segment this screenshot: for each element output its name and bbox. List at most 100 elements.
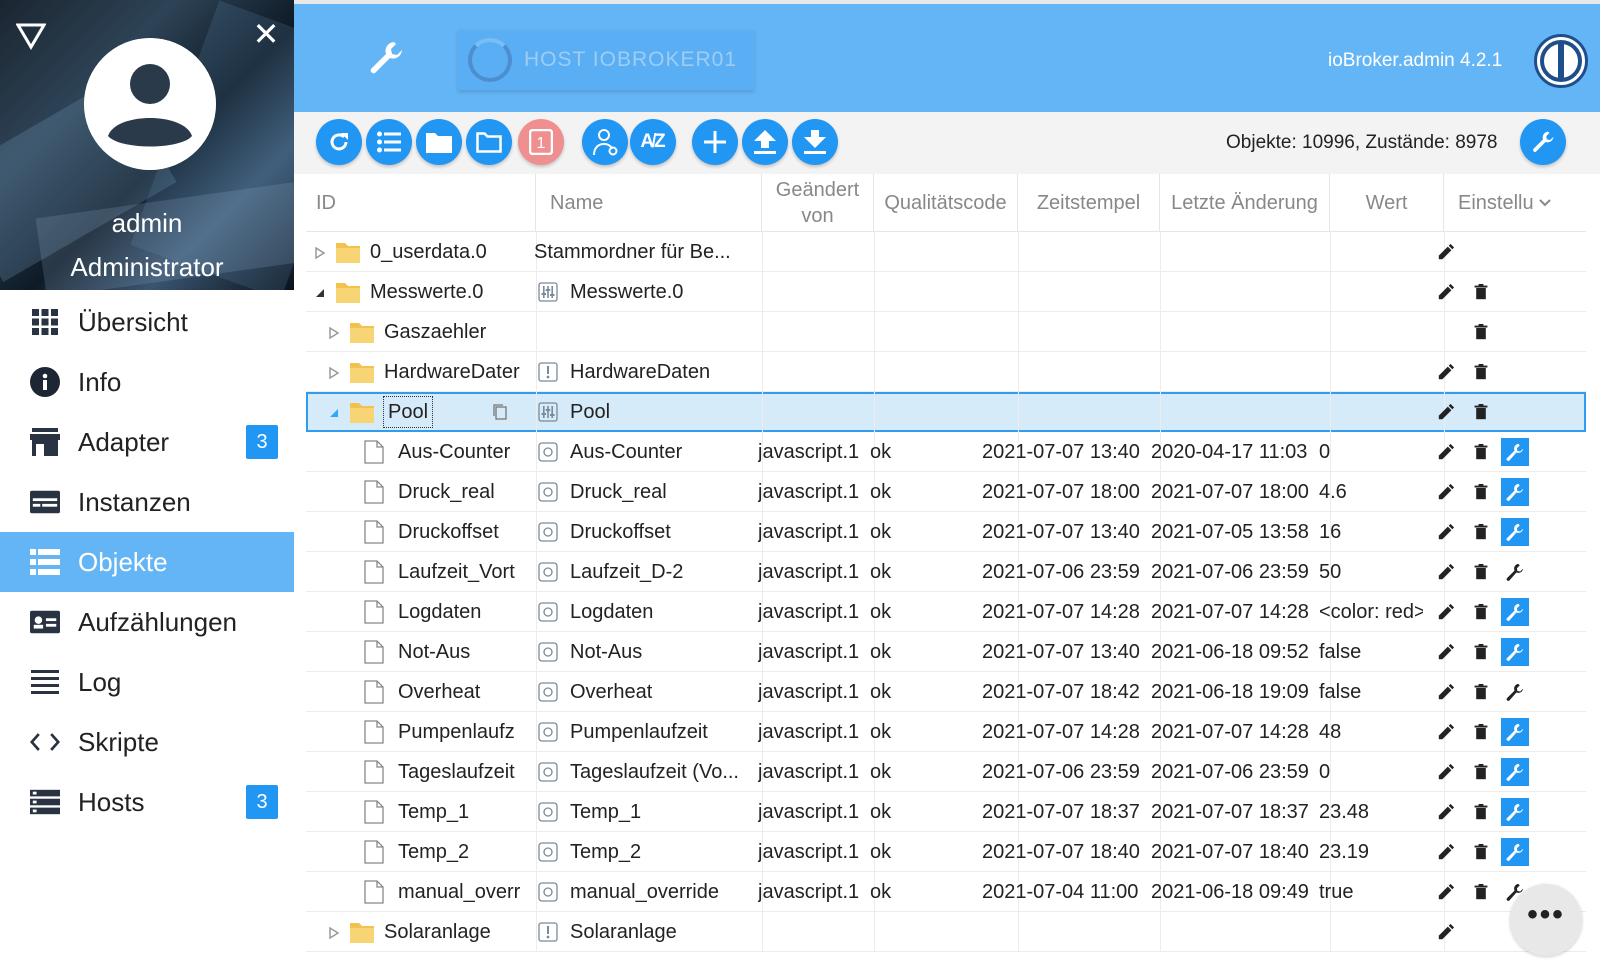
more-options-button[interactable]: ••• bbox=[1510, 884, 1582, 956]
table-row[interactable]: manual_overr manual_override javascript.1 o… bbox=[306, 872, 1586, 912]
column-header-value[interactable]: Wert bbox=[1330, 174, 1444, 232]
table-row[interactable]: Pumpenlaufz Pumpenlaufzeit javascript.1 ok 2… bbox=[306, 712, 1586, 752]
expand-arrow-icon[interactable] bbox=[328, 366, 340, 380]
table-row[interactable]: Temp_1 Temp_1 javascript.1 ok 2021-07-07 18:… bbox=[306, 792, 1586, 832]
sidebar-item-adapter[interactable]: Adapter 3 bbox=[0, 412, 294, 472]
delete-icon[interactable] bbox=[1467, 438, 1495, 466]
settings-wrench-button[interactable] bbox=[1520, 119, 1566, 165]
sidebar-item-objekte[interactable]: Objekte bbox=[0, 532, 294, 592]
object-id[interactable]: Laufzeit_Vort bbox=[398, 552, 532, 592]
delete-icon[interactable] bbox=[1467, 838, 1495, 866]
sidebar-item-log[interactable]: Log bbox=[0, 652, 294, 712]
collapse-folders-button[interactable] bbox=[466, 119, 512, 165]
list-view-button[interactable] bbox=[366, 119, 412, 165]
expand-arrow-icon[interactable] bbox=[328, 326, 340, 340]
delete-icon[interactable] bbox=[1467, 398, 1495, 426]
object-id[interactable]: Tageslaufzeit bbox=[398, 752, 532, 792]
object-id[interactable]: Gaszaehler bbox=[384, 312, 532, 352]
wrench-icon[interactable] bbox=[1501, 438, 1529, 466]
delete-icon[interactable] bbox=[1467, 678, 1495, 706]
table-row[interactable]: Druck_real Druck_real javascript.1 ok 2021-0… bbox=[306, 472, 1586, 512]
edit-icon[interactable] bbox=[1432, 678, 1460, 706]
object-id[interactable]: manual_overr bbox=[398, 872, 532, 912]
wrench-icon[interactable] bbox=[1501, 598, 1529, 626]
download-button[interactable] bbox=[792, 119, 838, 165]
delete-icon[interactable] bbox=[1467, 798, 1495, 826]
table-row[interactable]: Messwerte.0 Messwerte.0 bbox=[306, 272, 1586, 312]
column-header-changed-by[interactable]: Geändert von bbox=[762, 174, 874, 232]
wrench-icon[interactable] bbox=[366, 38, 406, 78]
column-header-name[interactable]: Name bbox=[536, 174, 762, 232]
table-row[interactable]: Logdaten Logdaten javascript.1 ok 2021-07-07… bbox=[306, 592, 1586, 632]
delete-icon[interactable] bbox=[1467, 638, 1495, 666]
delete-icon[interactable] bbox=[1467, 598, 1495, 626]
wrench-icon[interactable] bbox=[1501, 718, 1529, 746]
table-row[interactable]: Laufzeit_Vort Laufzeit_D-2 javascript.1 ok 2… bbox=[306, 552, 1586, 592]
expand-arrow-icon[interactable] bbox=[328, 926, 340, 940]
table-row[interactable]: Gaszaehler bbox=[306, 312, 1586, 352]
table-row[interactable]: Not-Aus Not-Aus javascript.1 ok 2021-07-07 1… bbox=[306, 632, 1586, 672]
edit-icon[interactable] bbox=[1432, 718, 1460, 746]
object-id[interactable]: Aus-Counter bbox=[398, 432, 532, 472]
column-header-settings[interactable]: Einstellu bbox=[1444, 174, 1574, 232]
edit-icon[interactable] bbox=[1432, 278, 1460, 306]
sidebar-item-instanzen[interactable]: Instanzen bbox=[0, 472, 294, 532]
refresh-button[interactable] bbox=[316, 119, 362, 165]
expand-arrow-icon[interactable] bbox=[314, 246, 326, 260]
edit-icon[interactable] bbox=[1432, 558, 1460, 586]
upload-button[interactable] bbox=[742, 119, 788, 165]
object-id[interactable]: Pumpenlaufz bbox=[398, 712, 532, 752]
delete-icon[interactable] bbox=[1467, 558, 1495, 586]
delete-icon[interactable] bbox=[1467, 878, 1495, 906]
table-row-selected[interactable]: Pool Pool bbox=[306, 392, 1586, 432]
column-header-timestamp[interactable]: Zeitstempel bbox=[1018, 174, 1160, 232]
edit-icon[interactable] bbox=[1432, 878, 1460, 906]
table-row[interactable]: Temp_2 Temp_2 javascript.1 ok 2021-07-07 18:… bbox=[306, 832, 1586, 872]
delete-icon[interactable] bbox=[1467, 318, 1495, 346]
column-header-quality[interactable]: Qualitätscode bbox=[874, 174, 1018, 232]
sidebar-item-hosts[interactable]: Hosts 3 bbox=[0, 772, 294, 832]
object-id[interactable]: Solaranlage bbox=[384, 912, 532, 952]
wrench-icon[interactable] bbox=[1501, 758, 1529, 786]
sidebar-item-skripte[interactable]: Skripte bbox=[0, 712, 294, 772]
collapse-arrow-icon[interactable] bbox=[328, 406, 340, 418]
object-id[interactable]: Messwerte.0 bbox=[370, 272, 532, 312]
edit-icon[interactable] bbox=[1432, 438, 1460, 466]
delete-icon[interactable] bbox=[1467, 718, 1495, 746]
custom-settings-button[interactable] bbox=[582, 119, 628, 165]
object-id[interactable]: HardwareDater bbox=[384, 352, 532, 392]
edit-icon[interactable] bbox=[1432, 358, 1460, 386]
object-id[interactable]: Druckoffset bbox=[398, 512, 532, 552]
wrench-icon[interactable] bbox=[1501, 638, 1529, 666]
wrench-icon[interactable] bbox=[1501, 678, 1529, 706]
object-id[interactable]: Pool bbox=[382, 396, 434, 428]
table-row[interactable]: Solaranlage Solaranlage bbox=[306, 912, 1586, 952]
object-id[interactable]: 0_userdata.0 bbox=[370, 232, 532, 272]
add-object-button[interactable] bbox=[692, 119, 738, 165]
close-icon[interactable]: ✕ bbox=[252, 18, 280, 50]
wrench-icon[interactable] bbox=[1501, 478, 1529, 506]
sidebar-item-info[interactable]: Info bbox=[0, 352, 294, 412]
sidebar-item-aufzaehlungen[interactable]: Aufzählungen bbox=[0, 592, 294, 652]
wrench-icon[interactable] bbox=[1501, 838, 1529, 866]
object-id[interactable]: Not-Aus bbox=[398, 632, 532, 672]
wrench-icon[interactable] bbox=[1501, 798, 1529, 826]
edit-icon[interactable] bbox=[1432, 398, 1460, 426]
collapse-arrow-icon[interactable] bbox=[314, 286, 326, 298]
edit-icon[interactable] bbox=[1432, 238, 1460, 266]
expand-level-button[interactable]: 1 bbox=[518, 119, 564, 165]
sort-az-button[interactable]: A̸Z bbox=[630, 119, 676, 165]
copy-id-icon[interactable] bbox=[492, 403, 512, 423]
delete-icon[interactable] bbox=[1467, 278, 1495, 306]
host-selector[interactable]: HOST IOBROKER01 bbox=[458, 30, 754, 90]
edit-icon[interactable] bbox=[1432, 798, 1460, 826]
column-header-last-change[interactable]: Letzte Änderung bbox=[1160, 174, 1330, 232]
object-id[interactable]: Druck_real bbox=[398, 472, 532, 512]
delete-icon[interactable] bbox=[1467, 358, 1495, 386]
column-header-id[interactable]: ID bbox=[306, 174, 536, 232]
edit-icon[interactable] bbox=[1432, 838, 1460, 866]
delete-icon[interactable] bbox=[1467, 518, 1495, 546]
edit-icon[interactable] bbox=[1432, 478, 1460, 506]
table-row[interactable]: Tageslaufzeit Tageslaufzeit (Vo... javascr… bbox=[306, 752, 1586, 792]
object-id[interactable]: Overheat bbox=[398, 672, 532, 712]
